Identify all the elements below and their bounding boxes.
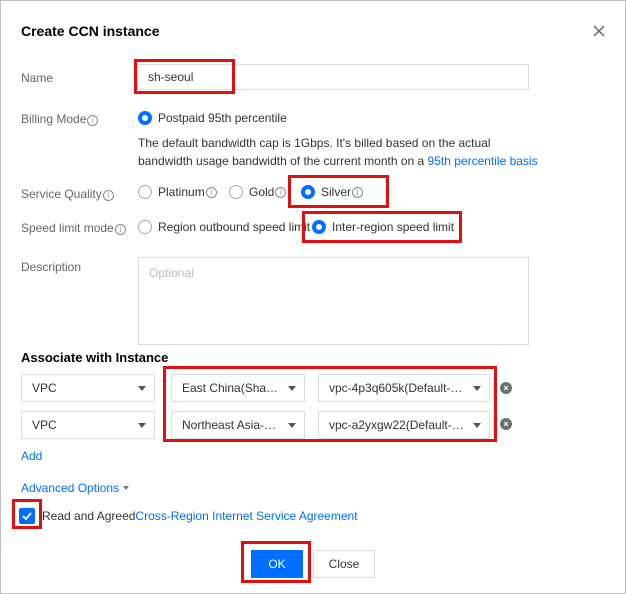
- info-icon: i: [275, 186, 287, 198]
- region-select-1[interactable]: East China(Shanghai): [171, 374, 305, 402]
- name-input[interactable]: [137, 64, 529, 90]
- info-icon: i: [114, 224, 126, 235]
- description-textarea[interactable]: [138, 257, 529, 345]
- agreement-text: Read and AgreedCross-Region Internet Ser…: [42, 509, 358, 523]
- chevron-down-icon: [138, 422, 146, 428]
- info-icon: i: [205, 186, 217, 198]
- dialog-title: Create CCN instance: [21, 23, 160, 39]
- radio-silver[interactable]: [301, 185, 315, 199]
- chevron-down-icon: [473, 422, 481, 428]
- agreement-link[interactable]: Cross-Region Internet Service Agreement: [135, 509, 357, 523]
- agreement-checkbox[interactable]: [19, 508, 35, 524]
- remove-row-icon[interactable]: ×: [500, 382, 512, 394]
- chevron-down-icon: [473, 385, 481, 391]
- description-label: Description: [21, 260, 82, 274]
- chevron-down-icon: [123, 486, 130, 490]
- billing-mode-label: Billing Mode i: [21, 112, 99, 126]
- speed-limit-inter-region[interactable]: Inter-region speed limit: [312, 218, 454, 236]
- instance-select-2[interactable]: vpc-a2yxgw22(Default-VP...: [318, 411, 490, 439]
- chevron-down-icon: [288, 385, 296, 391]
- billing-mode-option[interactable]: Postpaid 95th percentile: [138, 109, 287, 127]
- remove-row-icon[interactable]: ×: [500, 418, 512, 430]
- region-select-2[interactable]: Northeast Asia-Pacific: [171, 411, 305, 439]
- chevron-down-icon: [288, 422, 296, 428]
- speed-limit-region-outbound[interactable]: Region outbound speed limit: [138, 218, 310, 236]
- radio-region-outbound[interactable]: [138, 220, 152, 234]
- service-quality-silver[interactable]: Silver i: [301, 183, 364, 201]
- add-instance-link[interactable]: Add: [21, 449, 42, 463]
- billing-description: The default bandwidth cap is 1Gbps. It's…: [138, 136, 538, 168]
- close-button[interactable]: Close: [313, 550, 375, 578]
- close-icon[interactable]: [589, 21, 609, 41]
- percentile-link[interactable]: 95th percentile basis: [428, 154, 538, 168]
- speed-limit-label: Speed limit mode i: [21, 221, 126, 235]
- name-label: Name: [21, 71, 54, 85]
- create-ccn-dialog: Create CCN instance Name Billing Modei P…: [0, 0, 626, 594]
- info-icon: i: [87, 115, 99, 126]
- radio-inter-region[interactable]: [312, 220, 326, 234]
- associate-title: Associate with Instance: [21, 350, 169, 365]
- service-quality-platinum[interactable]: Platinum i: [138, 183, 217, 201]
- radio-gold[interactable]: [229, 185, 243, 199]
- radio-platinum[interactable]: [138, 185, 152, 199]
- advanced-options-toggle[interactable]: Advanced Options: [21, 481, 130, 495]
- check-icon: [22, 512, 32, 521]
- ok-button[interactable]: OK: [251, 550, 303, 578]
- instance-type-select-1[interactable]: VPC: [21, 374, 155, 402]
- info-icon: i: [102, 190, 114, 201]
- service-quality-gold[interactable]: Gold i: [229, 183, 287, 201]
- instance-type-select-2[interactable]: VPC: [21, 411, 155, 439]
- instance-select-1[interactable]: vpc-4p3q605k(Default-VP...: [318, 374, 490, 402]
- radio-postpaid[interactable]: [138, 111, 152, 125]
- chevron-down-icon: [138, 385, 146, 391]
- service-quality-label: Service Quality i: [21, 187, 114, 201]
- info-icon: i: [352, 186, 364, 198]
